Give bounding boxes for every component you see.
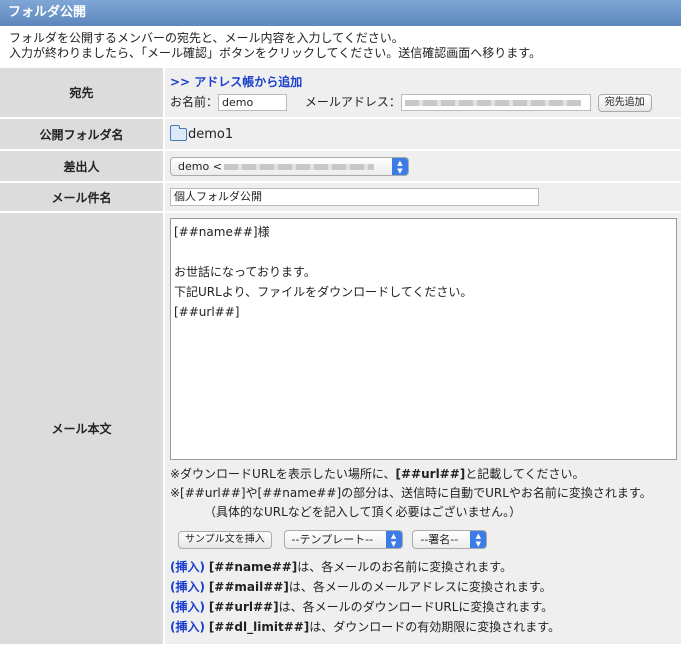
subject-label: メール件名 [0,182,165,213]
email-label: メールアドレス： [304,95,401,110]
insert-sample-button[interactable]: サンプル文を挿入 [178,530,272,549]
body-line: [##name##]様 [174,225,270,239]
page-title: フォルダ公開 [0,0,681,26]
folder-label: 公開フォルダ名 [0,118,165,151]
body-label: メール本文 [0,212,165,646]
add-recipient-button[interactable]: 宛先追加 [597,93,652,112]
insert-var: [##mail##] [208,580,289,594]
name-input[interactable]: demo [218,94,288,112]
subject-field: 個人フォルダ公開 [164,182,681,213]
insert-var: [##name##] [208,560,298,574]
folder-name: demo1 [188,126,234,142]
chevron-updown-icon: ▲ ▼ [392,157,408,175]
redacted-email [404,100,581,107]
insert-desc: は、各メールのお名前に変換されます。 [297,560,513,574]
insert-link[interactable]: (挿入) [170,580,205,594]
to-label: 宛先 [0,68,165,119]
insert-row: (挿入) [##mail##]は、各メールのメールアドレスに変換されます。 [170,577,681,597]
folder-field: demo1 [164,118,681,151]
note-1-tail: と記載してください。 [465,467,585,481]
body-textarea[interactable]: [##name##]様 お世話になっております。 下記URLより、ファイルをダウ… [170,218,677,460]
sender-value: demo < [178,159,222,173]
insert-var: [##dl_limit##] [208,620,310,634]
body-line [174,242,673,262]
email-input[interactable] [400,94,591,112]
redacted-sender [223,163,374,170]
insert-desc: は、ダウンロードの有効期限に変換されます。 [309,620,561,634]
insert-row: (挿入) [##url##]は、各メールのダウンロードURLに変換されます。 [170,597,681,617]
form-table: 宛先 >> アドレス帳から追加 お名前： demo メールアドレス： 宛先追加 公… [0,68,681,646]
insert-desc: は、各メールのダウンロードURLに変換されます。 [278,600,554,614]
signature-value: --署名-- [420,533,459,546]
insert-var: [##url##] [208,600,279,614]
to-field: >> アドレス帳から追加 お名前： demo メールアドレス： 宛先追加 [164,68,681,119]
template-value: --テンプレート-- [291,533,374,546]
addressbook-link[interactable]: >> アドレス帳から追加 [170,75,302,89]
body-field: [##name##]様 お世話になっております。 下記URLより、ファイルをダウ… [164,212,681,646]
note-2: ※[##url##]や[##name##]の部分は、送信時に自動でURLやお名前… [170,486,652,500]
insert-link[interactable]: (挿入) [170,560,205,574]
chevron-updown-icon: ▲ ▼ [385,531,402,548]
note-1: ※ダウンロードURLを表示したい場所に、[##url##]と記載してください。 [170,465,681,484]
sender-field: demo < ▲ ▼ [164,150,681,183]
note-1-text: ※ダウンロードURLを表示したい場所に、 [170,467,396,481]
insert-row: (挿入) [##dl_limit##]は、ダウンロードの有効期限に変換されます。 [170,617,681,637]
name-label: お名前： [170,95,219,110]
intro-line-1: フォルダを公開するメンバーの宛先と、メール内容を入力してください。 [9,31,404,45]
insert-link[interactable]: (挿入) [170,620,205,634]
folder-icon [170,124,187,141]
insert-row: (挿入) [##name##]は、各メールのお名前に変換されます。 [170,557,681,577]
sender-select[interactable]: demo < ▲ ▼ [170,156,409,176]
body-line: [##url##] [174,305,240,319]
insert-link[interactable]: (挿入) [170,600,205,614]
signature-select[interactable]: --署名-- ▲ ▼ [412,530,488,549]
note-1-var: [##url##] [395,467,466,481]
body-line: 下記URLより、ファイルをダウンロードしてください。 [174,285,473,299]
note-3: （具体的なURLなどを記入して頂く必要はございません。） [204,505,522,519]
intro-line-2: 入力が終わりましたら、「メール確認」ボタンをクリックしてください。送信確認画面へ… [9,46,542,60]
chevron-updown-icon: ▲ ▼ [470,531,487,548]
template-select[interactable]: --テンプレート-- ▲ ▼ [283,530,403,549]
insert-desc: は、各メールのメールアドレスに変換されます。 [288,580,552,594]
body-line: お世話になっております。 [174,265,316,279]
sender-label: 差出人 [0,150,165,183]
intro-text: フォルダを公開するメンバーの宛先と、メール内容を入力してください。 入力が終わり… [0,26,681,68]
subject-input[interactable]: 個人フォルダ公開 [170,188,539,206]
